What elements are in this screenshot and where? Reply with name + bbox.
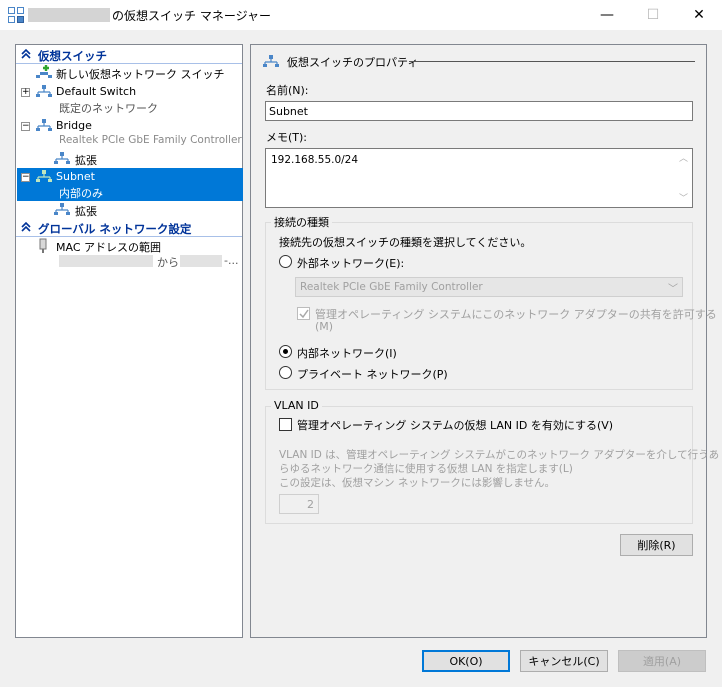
close-button[interactable]: ✕: [676, 0, 722, 30]
ok-button[interactable]: OK(O): [422, 650, 510, 672]
vlan-enable-label: 管理オペレーティング システムの仮想 LAN ID を有効にする(V): [297, 419, 614, 432]
network-switch-icon: [54, 203, 70, 215]
collapse-icon[interactable]: −: [21, 122, 30, 131]
properties-panel: 仮想スイッチのプロパティ 名前(N): Subnet メモ(T): 192.16…: [250, 44, 719, 638]
network-switch-icon: [36, 170, 52, 182]
switch-name: Bridge: [56, 119, 92, 132]
switch-adapter: Realtek PCIe GbE Family Controller: [59, 134, 242, 146]
tree-item-bridge[interactable]: Bridge Realtek PCIe GbE Family Controlle…: [36, 117, 242, 149]
adapter-dropdown-value: Realtek PCIe GbE Family Controller: [300, 281, 483, 293]
mac-range-label: MAC アドレスの範囲: [56, 241, 161, 254]
header-divider: [409, 61, 695, 62]
scroll-up-icon[interactable]: ︿: [679, 151, 688, 164]
external-network-label: 外部ネットワーク(E):: [297, 257, 405, 270]
memo-textarea[interactable]: 192.168.55.0/24 ︿ ﹀: [265, 148, 693, 208]
new-network-icon: [36, 65, 52, 78]
network-switch-icon: [36, 85, 52, 97]
allow-management-label: 管理オペレーティング システムにこのネットワーク アダプターの共有を許可する: [315, 308, 717, 321]
apply-button[interactable]: 適用(A): [618, 650, 706, 672]
vlan-id-input[interactable]: 2: [279, 494, 319, 514]
section-global-network-settings[interactable]: グローバル ネットワーク設定: [16, 219, 242, 237]
redacted-mac-start: [59, 255, 153, 267]
tree-item-default-switch[interactable]: Default Switch 既定のネットワーク: [36, 83, 236, 115]
switch-name: Subnet: [56, 170, 95, 183]
new-switch-label: 新しい仮想ネットワーク スイッチ: [56, 68, 225, 81]
redacted-mac-end: [180, 255, 222, 267]
network-switch-icon: [263, 55, 279, 67]
network-switch-icon: [54, 152, 70, 164]
name-label: 名前(N):: [266, 84, 309, 97]
section-label: 仮想スイッチ: [38, 49, 107, 63]
adapter-dropdown[interactable]: Realtek PCIe GbE Family Controller ﹀: [295, 277, 683, 297]
external-network-radio[interactable]: [279, 255, 292, 268]
delete-button[interactable]: 削除(R): [620, 534, 693, 556]
vlan-description-line2: らゆるネットワーク通信に使用する仮想 LAN を指定します(L): [279, 463, 573, 475]
switch-tree[interactable]: 仮想スイッチ 新しい仮想ネットワーク スイッチ + Default Switch…: [15, 44, 243, 638]
network-switch-icon: [36, 119, 52, 131]
maximize-button[interactable]: ☐: [630, 0, 676, 30]
memo-scrollbar[interactable]: ︿ ﹀: [676, 149, 692, 207]
vlan-description-line3: この設定は、仮想マシン ネットワークには影響しません。: [279, 477, 556, 489]
internal-network-radio[interactable]: [279, 345, 292, 358]
section-virtual-switches[interactable]: 仮想スイッチ: [16, 46, 242, 64]
switch-name: Default Switch: [56, 85, 137, 98]
connection-type-description: 接続先の仮想スイッチの種類を選択してください。: [279, 236, 532, 249]
nic-icon: [39, 238, 47, 253]
section-label: グローバル ネットワーク設定: [38, 222, 192, 236]
vlan-enable-checkbox[interactable]: [279, 418, 292, 431]
tree-item-mac-range[interactable]: MAC アドレスの範囲 から -...: [36, 238, 242, 270]
collapse-chevron-icon[interactable]: [20, 48, 32, 60]
window-title: の仮想スイッチ マネージャー: [112, 9, 271, 23]
collapse-icon[interactable]: −: [21, 173, 30, 182]
switch-manager-icon: [8, 7, 24, 23]
mac-ellipsis: -...: [224, 254, 239, 267]
name-input[interactable]: Subnet: [265, 101, 693, 121]
extension-label: 拡張: [75, 205, 97, 218]
extension-label: 拡張: [75, 154, 97, 167]
chevron-down-icon: ﹀: [668, 284, 678, 295]
allow-management-accesskey: (M): [315, 320, 334, 333]
redacted-host-name: [28, 8, 110, 22]
connection-type-title: 接続の種類: [271, 214, 332, 230]
tree-item-bridge-extensions[interactable]: 拡張: [54, 151, 174, 167]
tree-item-subnet-extensions[interactable]: 拡張: [54, 202, 174, 218]
vlan-id-value: 2: [307, 498, 314, 511]
expand-icon[interactable]: +: [21, 88, 30, 97]
cancel-button[interactable]: キャンセル(C): [520, 650, 608, 672]
properties-header: 仮想スイッチのプロパティ: [287, 56, 419, 69]
allow-management-checkbox[interactable]: [297, 307, 310, 320]
vlan-description-line1: VLAN ID は、管理オペレーティング システムがこのネットワーク アダプター…: [279, 449, 720, 461]
switch-type: 既定のネットワーク: [59, 102, 158, 115]
new-virtual-switch-item[interactable]: 新しい仮想ネットワーク スイッチ: [36, 65, 236, 81]
switch-type: 内部のみ: [59, 187, 103, 200]
private-network-label: プライベート ネットワーク(P): [297, 368, 448, 381]
tree-item-subnet[interactable]: Subnet 内部のみ: [36, 168, 242, 201]
memo-label: メモ(T):: [266, 131, 308, 144]
memo-value: 192.168.55.0/24: [271, 154, 359, 166]
vlan-group-title: VLAN ID: [271, 399, 322, 412]
name-input-value: Subnet: [269, 105, 308, 118]
mac-from-label: から: [157, 256, 179, 269]
scroll-down-icon[interactable]: ﹀: [679, 191, 688, 204]
checkmark-icon: [299, 309, 309, 319]
collapse-chevron-icon[interactable]: [20, 221, 32, 233]
private-network-radio[interactable]: [279, 366, 292, 379]
minimize-button[interactable]: —: [584, 0, 630, 30]
internal-network-label: 内部ネットワーク(I): [297, 347, 397, 360]
